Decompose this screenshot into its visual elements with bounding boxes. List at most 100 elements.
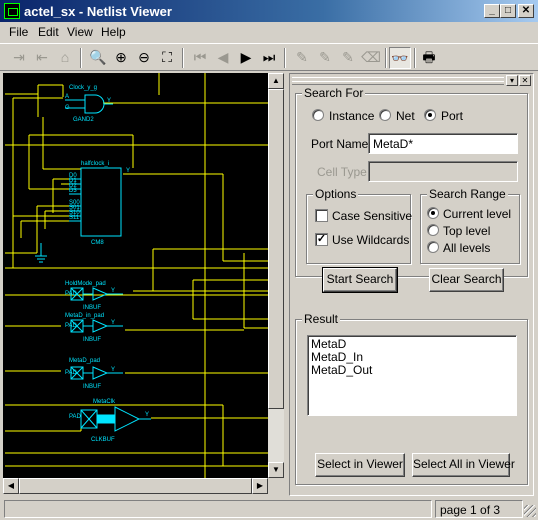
panel-grip[interactable]	[292, 77, 504, 85]
port-name-input[interactable]	[368, 133, 518, 154]
radio-net[interactable]	[379, 109, 391, 121]
print-icon[interactable]: 🖶	[418, 47, 440, 69]
zoom-in-icon[interactable]: ⊕	[110, 47, 132, 69]
use-wildcards-checkbox[interactable]: ✓	[315, 233, 328, 246]
scroll-up-icon[interactable]: ▲	[268, 73, 284, 89]
menu-view[interactable]: View	[67, 25, 93, 39]
label-holdmode-pad: HoldMode_pad	[65, 281, 106, 287]
toolbar-separator	[182, 48, 184, 68]
select-all-in-viewer-button[interactable]: Select All in Viewer	[412, 453, 515, 477]
schematic-canvas[interactable]: Clock_y_g A G Y GAND2 halfclock_i D0 D1 …	[3, 73, 268, 478]
select-in-viewer-button[interactable]: Select in Viewer	[315, 453, 405, 477]
case-sensitive-checkbox[interactable]	[315, 209, 328, 222]
toolbar-separator	[80, 48, 82, 68]
label-clkbuf: CLKBUF	[91, 437, 115, 443]
menu-edit[interactable]: Edit	[38, 25, 59, 39]
maximize-button[interactable]: □	[500, 4, 516, 18]
radio-current-level-label: Current level	[443, 207, 512, 221]
home-icon[interactable]: ⌂	[54, 47, 76, 69]
clear-search-button[interactable]: Clear Search	[429, 268, 504, 292]
horizontal-scroll-thumb[interactable]	[19, 478, 252, 494]
label-pad: PAD	[65, 291, 78, 297]
label-inbuf: INBUF	[83, 337, 101, 343]
unhighlight-all-icon[interactable]: ✎	[337, 47, 359, 69]
menu-bar: File Edit View Help	[0, 22, 538, 42]
search-range-group: Search Range Current level Top level All…	[420, 187, 520, 264]
panel-pin-icon[interactable]: ▾	[506, 75, 518, 86]
vertical-scroll-thumb[interactable]	[268, 89, 284, 409]
title-bar: actel_sx - Netlist Viewer _ □ ✕	[0, 0, 538, 22]
zoom-window-icon[interactable]: ⛶	[156, 47, 178, 69]
scroll-down-icon[interactable]: ▼	[268, 462, 284, 478]
label-buf-y: Y	[111, 288, 115, 294]
zoom-out-icon[interactable]: ⊖	[133, 47, 155, 69]
window-title: actel_sx - Netlist Viewer	[24, 4, 172, 19]
gand2-gate	[84, 94, 105, 114]
options-label: Options	[313, 187, 359, 201]
search-range-label: Search Range	[427, 187, 508, 201]
result-label: Result	[302, 312, 341, 326]
label-inbuf: INBUF	[83, 305, 101, 311]
radio-current-level[interactable]	[427, 207, 439, 219]
label-pad: PAD	[65, 323, 78, 329]
scroll-left-icon[interactable]: ◀	[3, 478, 19, 494]
app-icon	[4, 3, 20, 19]
menu-file[interactable]: File	[9, 25, 28, 39]
radio-all-levels[interactable]	[427, 241, 439, 253]
panel-close-icon[interactable]: ✕	[519, 75, 531, 86]
label-metad-pad: MetaD_pad	[69, 358, 100, 364]
label-a: A	[65, 94, 69, 100]
start-search-button[interactable]: Start Search	[322, 267, 398, 293]
toolbar-separator	[414, 48, 416, 68]
result-list[interactable]: MetaD MetaD_In MetaD_Out	[307, 335, 517, 416]
next-page-icon[interactable]: ▶	[235, 47, 257, 69]
options-group: Options Case Sensitive ✓ Use Wildcards	[306, 187, 412, 264]
search-for-label: Search For	[302, 86, 366, 100]
import-icon[interactable]: ⇥	[8, 47, 30, 69]
label-y: Y	[107, 98, 111, 104]
radio-port-label: Port	[441, 109, 464, 123]
zoom-fit-icon[interactable]: 🔍	[87, 47, 109, 69]
resize-grip-icon[interactable]	[524, 505, 536, 517]
find-icon[interactable]: 👓	[389, 47, 411, 69]
label-gand2: GAND2	[73, 117, 94, 123]
label-buf-y: Y	[111, 367, 115, 373]
close-button[interactable]: ✕	[518, 4, 534, 18]
eraser-icon[interactable]: ⌫	[360, 47, 382, 69]
label-pad: PAD	[65, 370, 78, 376]
list-item[interactable]: MetaD_Out	[311, 364, 513, 377]
radio-port[interactable]	[424, 109, 436, 121]
radio-instance[interactable]	[312, 109, 324, 121]
label-pad: PAD	[69, 414, 82, 420]
horizontal-scrollbar[interactable]: ◀ ▶	[3, 478, 268, 494]
label-s11: S11	[69, 215, 80, 221]
highlight-icon[interactable]: ✎	[291, 47, 313, 69]
radio-top-level[interactable]	[427, 224, 439, 236]
prev-page-icon[interactable]: ◀	[212, 47, 234, 69]
last-page-icon[interactable]: ⏭	[258, 47, 280, 69]
page-indicator: page 1 of 3	[435, 500, 523, 518]
export-icon[interactable]: ⇤	[31, 47, 53, 69]
cell-type-label: Cell Type	[317, 165, 367, 179]
toolbar-separator	[385, 48, 387, 68]
label-buf-y: Y	[145, 412, 149, 418]
toolbar-separator	[284, 48, 286, 68]
schematic-labels: Clock_y_g A G Y GAND2 halfclock_i D0 D1 …	[65, 85, 149, 443]
label-g: G	[65, 105, 70, 111]
menu-help[interactable]: Help	[101, 25, 126, 39]
minimize-button[interactable]: _	[484, 4, 500, 18]
label-cm8-y: Y	[126, 168, 130, 174]
clkbuf-triangle	[114, 406, 141, 432]
radio-top-level-label: Top level	[443, 224, 491, 238]
vertical-scrollbar[interactable]: ▲ ▼	[268, 73, 284, 478]
first-page-icon[interactable]: ⏮	[189, 47, 211, 69]
scroll-right-icon[interactable]: ▶	[252, 478, 268, 494]
result-group: Result MetaD MetaD_In MetaD_Out Select i…	[295, 312, 528, 485]
unhighlight-icon[interactable]: ✎	[314, 47, 336, 69]
schematic-drawing: Clock_y_g A G Y GAND2 halfclock_i D0 D1 …	[5, 73, 268, 478]
radio-net-label: Net	[396, 109, 415, 123]
cm8-block	[80, 167, 122, 237]
toolbar: ⇥ ⇤ ⌂ 🔍 ⊕ ⊖ ⛶ ⏮ ◀ ▶ ⏭ ✎ ✎ ✎ ⌫ 👓 🖶	[0, 43, 538, 71]
cell-type-input[interactable]	[368, 161, 518, 182]
search-for-group: Search For Instance Net Port Port Name C…	[295, 86, 528, 277]
